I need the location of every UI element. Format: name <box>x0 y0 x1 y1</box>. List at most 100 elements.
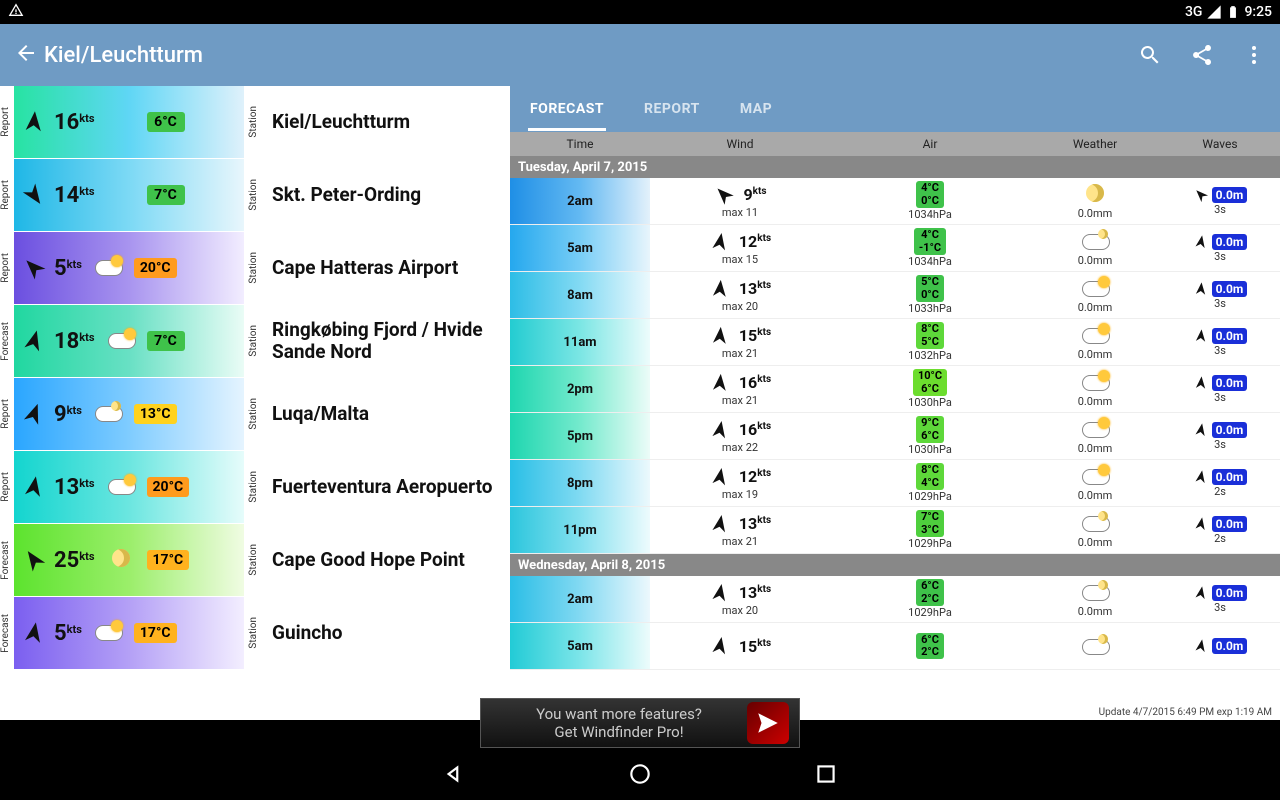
forecast-weather: 0.0mm <box>1030 417 1160 455</box>
temp-badge: 17°C <box>134 623 177 643</box>
battery-icon <box>1226 4 1240 20</box>
col-weather: Weather <box>1030 132 1160 156</box>
station-label: Station <box>248 252 262 284</box>
row-tag: Forecast <box>0 541 14 580</box>
station-name: Guincho <box>262 597 510 669</box>
day-header: Wednesday, April 8, 2015 <box>510 554 1280 576</box>
system-navbar <box>0 748 1280 800</box>
arrow-left-icon <box>14 41 38 65</box>
network-label: 3G <box>1185 4 1203 20</box>
back-button[interactable] <box>14 41 44 69</box>
forecast-air: 8°C4°C 1029hPa <box>830 463 1030 502</box>
promo-line2: Get Windfinder Pro! <box>491 723 747 741</box>
weather-icon <box>88 620 128 646</box>
forecast-row[interactable]: 2am 9kts max 11 4°C0°C 1034hPa 0.0mm 0.0… <box>510 178 1280 225</box>
wind-arrow-icon <box>20 254 48 282</box>
search-icon[interactable] <box>1138 43 1162 67</box>
station-label: Station <box>248 325 262 357</box>
nav-recent-icon[interactable] <box>813 761 839 787</box>
station-row[interactable]: Report 14kts 7°C Station Skt. Peter-Ordi… <box>0 159 510 232</box>
forecast-waves: 0.0m 3s <box>1160 328 1280 357</box>
station-name: Ringkøbing Fjord / Hvide Sande Nord <box>262 305 510 377</box>
tab-bar: FORECAST REPORT MAP <box>510 86 1280 132</box>
wind-speed: 13kts <box>54 475 95 500</box>
forecast-air: 5°C0°C 1033hPa <box>830 275 1030 314</box>
forecast-pane: FORECAST REPORT MAP Time Wind Air Weathe… <box>510 86 1280 720</box>
forecast-wind: 12kts max 19 <box>650 466 830 501</box>
forecast-air: 7°C3°C 1029hPa <box>830 510 1030 549</box>
promo-logo <box>747 702 789 744</box>
warning-icon <box>8 2 24 18</box>
wind-arrow-icon <box>20 327 48 355</box>
page-title: Kiel/Leuchtturm <box>44 43 1138 68</box>
tab-forecast[interactable]: FORECAST <box>528 89 606 129</box>
station-row[interactable]: Report 16kts 6°C Station Kiel/Leuchtturm <box>0 86 510 159</box>
promo-text: You want more features? Get Windfinder P… <box>491 705 747 741</box>
share-icon[interactable] <box>1190 43 1214 67</box>
forecast-row[interactable]: 5pm 16kts max 22 9°C6°C 1030hPa 0.0mm 0.… <box>510 413 1280 460</box>
forecast-time: 11pm <box>510 507 650 553</box>
station-label: Station <box>248 544 262 576</box>
wind-arrow-icon <box>20 400 48 428</box>
forecast-air: 9°C6°C 1030hPa <box>830 416 1030 455</box>
forecast-air: 6°C2°C 1029hPa <box>830 579 1030 618</box>
station-label: Station <box>248 179 262 211</box>
stations-list[interactable]: Report 16kts 6°C Station Kiel/Leuchtturm… <box>0 86 510 720</box>
forecast-waves: 0.0m 2s <box>1160 516 1280 545</box>
forecast-air: 8°C5°C 1032hPa <box>830 322 1030 361</box>
forecast-weather: 0.0mm <box>1030 229 1160 267</box>
station-name: Cape Hatteras Airport <box>262 232 510 304</box>
forecast-time: 2pm <box>510 366 650 412</box>
forecast-row[interactable]: 2pm 16kts max 21 10°C6°C 1030hPa 0.0mm 0… <box>510 366 1280 413</box>
forecast-row[interactable]: 5am 12kts max 15 4°C-1°C 1034hPa 0.0mm 0… <box>510 225 1280 272</box>
station-name: Fuerteventura Aeropuerto <box>262 451 510 523</box>
signal-icon <box>1206 4 1222 20</box>
station-label: Station <box>248 617 262 649</box>
temp-badge: 20°C <box>147 477 190 497</box>
clock: 9:25 <box>1244 4 1272 20</box>
forecast-wind: 13kts max 20 <box>650 582 830 617</box>
forecast-row[interactable]: 11pm 13kts max 21 7°C3°C 1029hPa 0.0mm 0… <box>510 507 1280 554</box>
forecast-weather: 0.0mm <box>1030 511 1160 549</box>
promo-banner[interactable]: You want more features? Get Windfinder P… <box>480 698 800 748</box>
wind-arrow-icon <box>20 473 48 501</box>
tab-map[interactable]: MAP <box>738 89 774 129</box>
forecast-time: 11am <box>510 319 650 365</box>
col-air: Air <box>830 132 1030 156</box>
forecast-air: 4°C0°C 1034hPa <box>830 181 1030 220</box>
nav-back-icon[interactable] <box>441 761 467 787</box>
wind-speed: 5kts <box>54 621 82 646</box>
wind-speed: 14kts <box>54 183 95 208</box>
tab-report[interactable]: REPORT <box>642 89 702 129</box>
station-row[interactable]: Forecast 25kts 17°C Station Cape Good Ho… <box>0 524 510 597</box>
station-name: Luqa/Malta <box>262 378 510 450</box>
forecast-weather: 0.0mm <box>1030 323 1160 361</box>
station-row[interactable]: Report 9kts 13°C Station Luqa/Malta <box>0 378 510 451</box>
forecast-row[interactable]: 5am 15kts 6°C2°C 0.0m <box>510 623 1280 670</box>
forecast-waves: 0.0m 3s <box>1160 234 1280 263</box>
col-waves: Waves <box>1160 132 1280 156</box>
forecast-wind: 16kts max 21 <box>650 372 830 407</box>
station-row[interactable]: Report 13kts 20°C Station Fuerteventura … <box>0 451 510 524</box>
forecast-weather <box>1030 634 1160 659</box>
forecast-waves: 0.0m <box>1160 638 1280 654</box>
forecast-row[interactable]: 8pm 12kts max 19 8°C4°C 1029hPa 0.0mm 0.… <box>510 460 1280 507</box>
overflow-icon[interactable] <box>1242 43 1266 67</box>
nav-home-icon[interactable] <box>627 761 653 787</box>
weather-icon <box>88 401 128 427</box>
temp-badge: 17°C <box>147 550 190 570</box>
station-row[interactable]: Forecast 18kts 7°C Station Ringkøbing Fj… <box>0 305 510 378</box>
wind-arrow-icon <box>20 619 48 647</box>
station-row[interactable]: Report 5kts 20°C Station Cape Hatteras A… <box>0 232 510 305</box>
station-row[interactable]: Forecast 5kts 17°C Station Guincho <box>0 597 510 670</box>
forecast-row[interactable]: 2am 13kts max 20 6°C2°C 1029hPa 0.0mm 0.… <box>510 576 1280 623</box>
forecast-table[interactable]: Tuesday, April 7, 2015 2am 9kts max 11 4… <box>510 156 1280 720</box>
weather-icon <box>101 548 141 573</box>
forecast-row[interactable]: 11am 15kts max 21 8°C5°C 1032hPa 0.0mm 0… <box>510 319 1280 366</box>
forecast-air: 10°C6°C 1030hPa <box>830 369 1030 408</box>
forecast-waves: 0.0m 3s <box>1160 422 1280 451</box>
day-header: Tuesday, April 7, 2015 <box>510 156 1280 178</box>
forecast-wind: 9kts max 11 <box>650 184 830 219</box>
forecast-row[interactable]: 8am 13kts max 20 5°C0°C 1033hPa 0.0mm 0.… <box>510 272 1280 319</box>
forecast-wind: 15kts <box>650 635 830 657</box>
